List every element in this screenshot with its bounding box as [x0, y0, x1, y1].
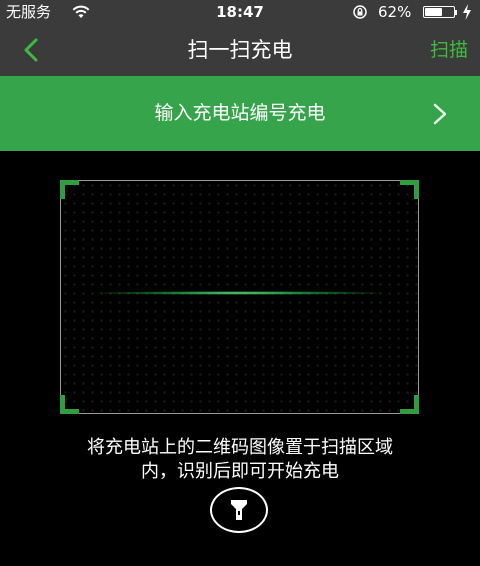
charging-bolt-icon: [463, 4, 471, 20]
nav-bar: 扫一扫充电 扫描: [0, 24, 480, 76]
page-title: 扫一扫充电: [187, 38, 293, 62]
enter-station-number-row[interactable]: 输入充电站编号充电: [0, 76, 480, 151]
scan-corner-top-right: [400, 180, 419, 199]
scan-corner-bottom-left: [60, 395, 79, 414]
status-bar: 无服务 18:47 62%: [0, 0, 480, 24]
enter-station-number-label: 输入充电站编号充电: [154, 102, 326, 124]
scan-corner-top-left: [60, 180, 79, 199]
scan-instructions-line-1: 将充电站上的二维码图像置于扫描区域: [87, 437, 393, 458]
qr-scan-frame: [60, 180, 419, 414]
scan-corner-bottom-right: [400, 395, 419, 414]
scan-instructions-line-2: 内，识别后即可开始充电: [141, 461, 339, 482]
scan-instructions: 将充电站上的二维码图像置于扫描区域 内，识别后即可开始充电: [0, 436, 480, 484]
scan-line: [86, 291, 393, 295]
battery-tip: [455, 10, 457, 15]
battery-percent: 62%: [378, 3, 412, 21]
chevron-right-icon: [433, 103, 447, 125]
rotation-lock-icon: [353, 5, 367, 19]
flashlight-button[interactable]: [210, 487, 268, 533]
battery-icon: [423, 6, 455, 18]
scan-button[interactable]: 扫描: [430, 24, 468, 76]
battery-level-fill: [425, 8, 442, 16]
flashlight-icon: [231, 500, 247, 520]
